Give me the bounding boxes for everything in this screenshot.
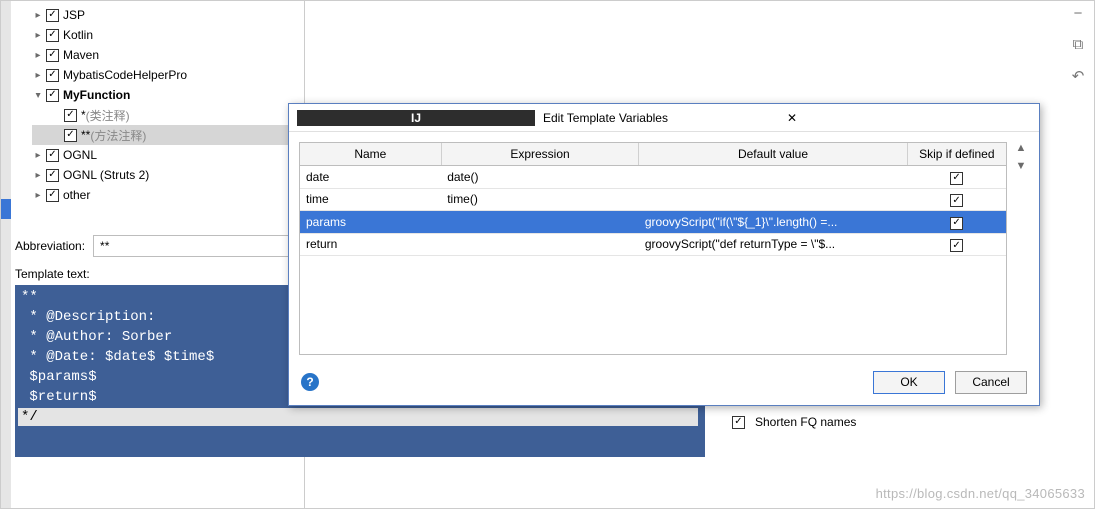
col-expression-header[interactable]: Expression <box>441 143 639 166</box>
table-row[interactable]: timetime() <box>300 188 1006 211</box>
cell-name[interactable]: return <box>300 233 441 256</box>
undo-icon[interactable]: ↶ <box>1072 67 1085 85</box>
tree-item[interactable]: ▸ OGNL (Struts 2) <box>32 165 297 185</box>
table-row[interactable]: return groovyScript("def returnType = \"$… <box>300 233 1006 256</box>
tree-label: JSP <box>63 8 85 22</box>
shorten-fq-label: Shorten FQ names <box>755 415 856 429</box>
variables-table-wrap: Name Expression Default value Skip if de… <box>299 142 1007 355</box>
tree-checkbox[interactable] <box>46 9 59 22</box>
tree-checkbox[interactable] <box>46 69 59 82</box>
cancel-button[interactable]: Cancel <box>955 371 1027 394</box>
chevron-right-icon[interactable]: ▸ <box>32 50 44 61</box>
tree-item[interactable]: ▸ JSP <box>32 5 297 25</box>
col-name-header[interactable]: Name <box>300 143 441 166</box>
tree-note: (方法注释) <box>90 127 146 144</box>
shorten-fq-checkbox[interactable] <box>732 416 745 429</box>
table-row[interactable]: params groovyScript("if(\"${_1}\".length(… <box>300 211 1006 234</box>
tree-item[interactable]: ▸ Kotlin <box>32 25 297 45</box>
cell-skip[interactable] <box>907 211 1006 234</box>
minus-icon[interactable]: − <box>1074 5 1083 22</box>
chevron-right-icon[interactable]: ▸ <box>32 190 44 201</box>
cell-default[interactable]: groovyScript("if(\"${_1}\".length() =... <box>639 211 907 234</box>
skip-checkbox[interactable] <box>950 239 963 252</box>
editor-cursor-line[interactable]: */ <box>18 408 698 426</box>
chevron-right-icon[interactable]: ▸ <box>33 89 44 101</box>
tree-item[interactable]: ▸ MybatisCodeHelperPro <box>32 65 297 85</box>
chevron-right-icon[interactable]: ▸ <box>32 10 44 21</box>
tree-label: ** <box>81 128 90 142</box>
help-icon[interactable]: ? <box>301 373 319 391</box>
col-default-header[interactable]: Default value <box>639 143 907 166</box>
template-options: Shorten FQ names <box>732 411 962 433</box>
tree-item[interactable]: ▸ OGNL <box>32 145 297 165</box>
skip-checkbox[interactable] <box>950 172 963 185</box>
cell-expression[interactable]: date() <box>441 166 639 189</box>
tree-label: OGNL <box>63 148 97 162</box>
tree-checkbox[interactable] <box>46 169 59 182</box>
move-up-icon[interactable]: ▲ <box>1013 142 1029 154</box>
cell-skip[interactable] <box>907 166 1006 189</box>
tree-checkbox[interactable] <box>46 149 59 162</box>
intellij-icon: IJ <box>297 110 535 126</box>
right-tool-strip: − ⧉ ↶ <box>1068 5 1088 85</box>
cell-expression[interactable] <box>441 211 639 234</box>
dialog-titlebar[interactable]: IJ Edit Template Variables ✕ <box>289 104 1039 132</box>
table-row[interactable]: datedate() <box>300 166 1006 189</box>
tree-label: MyFunction <box>63 88 130 102</box>
tree-label: Kotlin <box>63 28 93 42</box>
tree-item[interactable]: ▸ other <box>32 185 297 205</box>
gutter-highlight <box>1 199 11 219</box>
chevron-right-icon[interactable]: ▸ <box>32 170 44 181</box>
cell-name[interactable]: date <box>300 166 441 189</box>
tree-checkbox[interactable] <box>46 29 59 42</box>
variables-table[interactable]: Name Expression Default value Skip if de… <box>300 143 1006 256</box>
cell-skip[interactable] <box>907 188 1006 211</box>
col-skip-header[interactable]: Skip if defined <box>907 143 1006 166</box>
cell-expression[interactable] <box>441 233 639 256</box>
tree-checkbox[interactable] <box>64 129 77 142</box>
skip-checkbox[interactable] <box>950 217 963 230</box>
cell-default[interactable] <box>639 188 907 211</box>
tree-checkbox[interactable] <box>46 189 59 202</box>
tree-label: Maven <box>63 48 99 62</box>
watermark-text: https://blog.csdn.net/qq_34065633 <box>876 486 1085 501</box>
tree-item[interactable]: ▸ MyFunction <box>32 85 297 105</box>
tree-label: OGNL (Struts 2) <box>63 168 149 182</box>
reorder-controls: ▲ ▼ <box>1007 142 1029 355</box>
chevron-right-icon[interactable]: ▸ <box>32 70 44 81</box>
tree-item[interactable]: ** (方法注释) <box>32 125 297 145</box>
tree-checkbox[interactable] <box>46 89 59 102</box>
cell-default[interactable]: groovyScript("def returnType = \"$... <box>639 233 907 256</box>
gutter <box>1 1 11 508</box>
tree-item[interactable]: ▸ Maven <box>32 45 297 65</box>
chevron-right-icon[interactable]: ▸ <box>32 150 44 161</box>
chevron-right-icon[interactable]: ▸ <box>32 30 44 41</box>
abbreviation-label: Abbreviation: <box>15 239 85 253</box>
tree-checkbox[interactable] <box>46 49 59 62</box>
tree-label: MybatisCodeHelperPro <box>63 68 187 82</box>
skip-checkbox[interactable] <box>950 194 963 207</box>
tree-label: other <box>63 188 90 202</box>
cell-skip[interactable] <box>907 233 1006 256</box>
copy-icon[interactable]: ⧉ <box>1073 36 1084 53</box>
cell-default[interactable] <box>639 166 907 189</box>
tree-note: (类注释) <box>86 107 130 124</box>
cell-name[interactable]: time <box>300 188 441 211</box>
close-icon[interactable]: ✕ <box>781 109 1031 127</box>
move-down-icon[interactable]: ▼ <box>1013 160 1029 172</box>
tree-checkbox[interactable] <box>64 109 77 122</box>
dialog-title: Edit Template Variables <box>543 111 781 125</box>
cell-expression[interactable]: time() <box>441 188 639 211</box>
tree-item[interactable]: * (类注释) <box>32 105 297 125</box>
ok-button[interactable]: OK <box>873 371 945 394</box>
edit-template-variables-dialog: IJ Edit Template Variables ✕ Name Expres… <box>288 103 1040 406</box>
cell-name[interactable]: params <box>300 211 441 234</box>
template-text-label: Template text: <box>15 267 90 281</box>
